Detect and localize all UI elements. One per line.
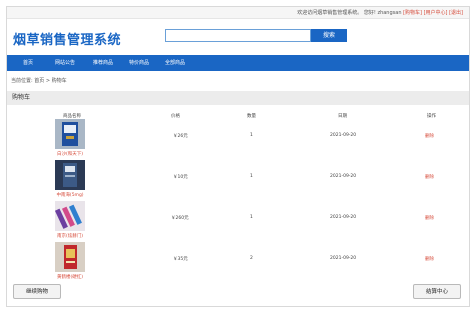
table-row: 南京(炫赫门) ￥260元 1 2021-09-20 删除 <box>7 201 469 242</box>
continue-shopping-button[interactable]: 继续购物 <box>13 284 61 299</box>
cart-link[interactable]: [购物车] <box>403 10 422 16</box>
top-bar: 欢迎访问烟草销售管理系统。 您好! zhangsan [购物车] [用户中心] … <box>7 7 469 19</box>
table-row: 中南海(5mg) ￥10元 1 2021-09-20 删除 <box>7 160 469 201</box>
date-cell: 2021-09-20 <box>330 133 357 138</box>
quantity-cell: 1 <box>250 133 253 138</box>
delete-link[interactable]: 删除 <box>425 174 434 180</box>
delete-link[interactable]: 删除 <box>425 215 434 221</box>
quantity-cell: 2 <box>250 256 253 261</box>
nav-home[interactable]: 首页 <box>23 55 33 71</box>
table-row: 白沙(和天下) ￥26元 1 2021-09-20 删除 <box>7 119 469 160</box>
product-image[interactable] <box>55 160 85 190</box>
table-row: 黄鹤楼(硬红) ￥35元 2 2021-09-20 删除 <box>7 242 469 283</box>
panel-title: 购物车 <box>7 91 469 105</box>
nav-announcements[interactable]: 网站公告 <box>55 55 75 71</box>
price-cell: ￥35元 <box>173 257 188 262</box>
nav-all-products[interactable]: 全部商品 <box>165 55 185 71</box>
breadcrumb: 当前位置: 首页 > 购物车 <box>11 78 67 84</box>
search-button[interactable]: 搜索 <box>311 29 347 42</box>
search-input[interactable] <box>165 29 311 42</box>
quantity-cell: 1 <box>250 215 253 220</box>
product-image[interactable] <box>55 201 85 231</box>
product-image[interactable] <box>55 119 85 149</box>
delete-link[interactable]: 删除 <box>425 256 434 262</box>
date-cell: 2021-09-20 <box>330 215 357 220</box>
product-name-link[interactable]: 白沙(和天下) <box>47 151 93 157</box>
product-image[interactable] <box>55 242 85 272</box>
checkout-button[interactable]: 结算中心 <box>413 284 461 299</box>
quantity-cell: 1 <box>250 174 253 179</box>
date-cell: 2021-09-20 <box>330 256 357 261</box>
logout-link[interactable]: [退出] <box>449 10 463 16</box>
nav-special-offers[interactable]: 特价商品 <box>129 55 149 71</box>
main-nav: 首页 网站公告 推荐商品 特价商品 全部商品 <box>7 55 469 71</box>
user-center-link[interactable]: [用户中心] <box>424 10 448 16</box>
product-name-link[interactable]: 黄鹤楼(硬红) <box>47 274 93 280</box>
date-cell: 2021-09-20 <box>330 174 357 179</box>
product-name-link[interactable]: 中南海(5mg) <box>47 192 93 198</box>
app-frame: 欢迎访问烟草销售管理系统。 您好! zhangsan [购物车] [用户中心] … <box>6 6 470 307</box>
price-cell: ￥26元 <box>173 134 188 139</box>
delete-link[interactable]: 删除 <box>425 133 434 139</box>
welcome-text: 欢迎访问烟草销售管理系统。 您好! zhangsan <box>297 10 402 16</box>
site-logo[interactable]: 烟草销售管理系统 <box>13 29 121 48</box>
price-cell: ￥260元 <box>171 216 189 221</box>
price-cell: ￥10元 <box>173 175 188 180</box>
nav-recommended[interactable]: 推荐商品 <box>93 55 113 71</box>
product-name-link[interactable]: 南京(炫赫门) <box>47 233 93 239</box>
